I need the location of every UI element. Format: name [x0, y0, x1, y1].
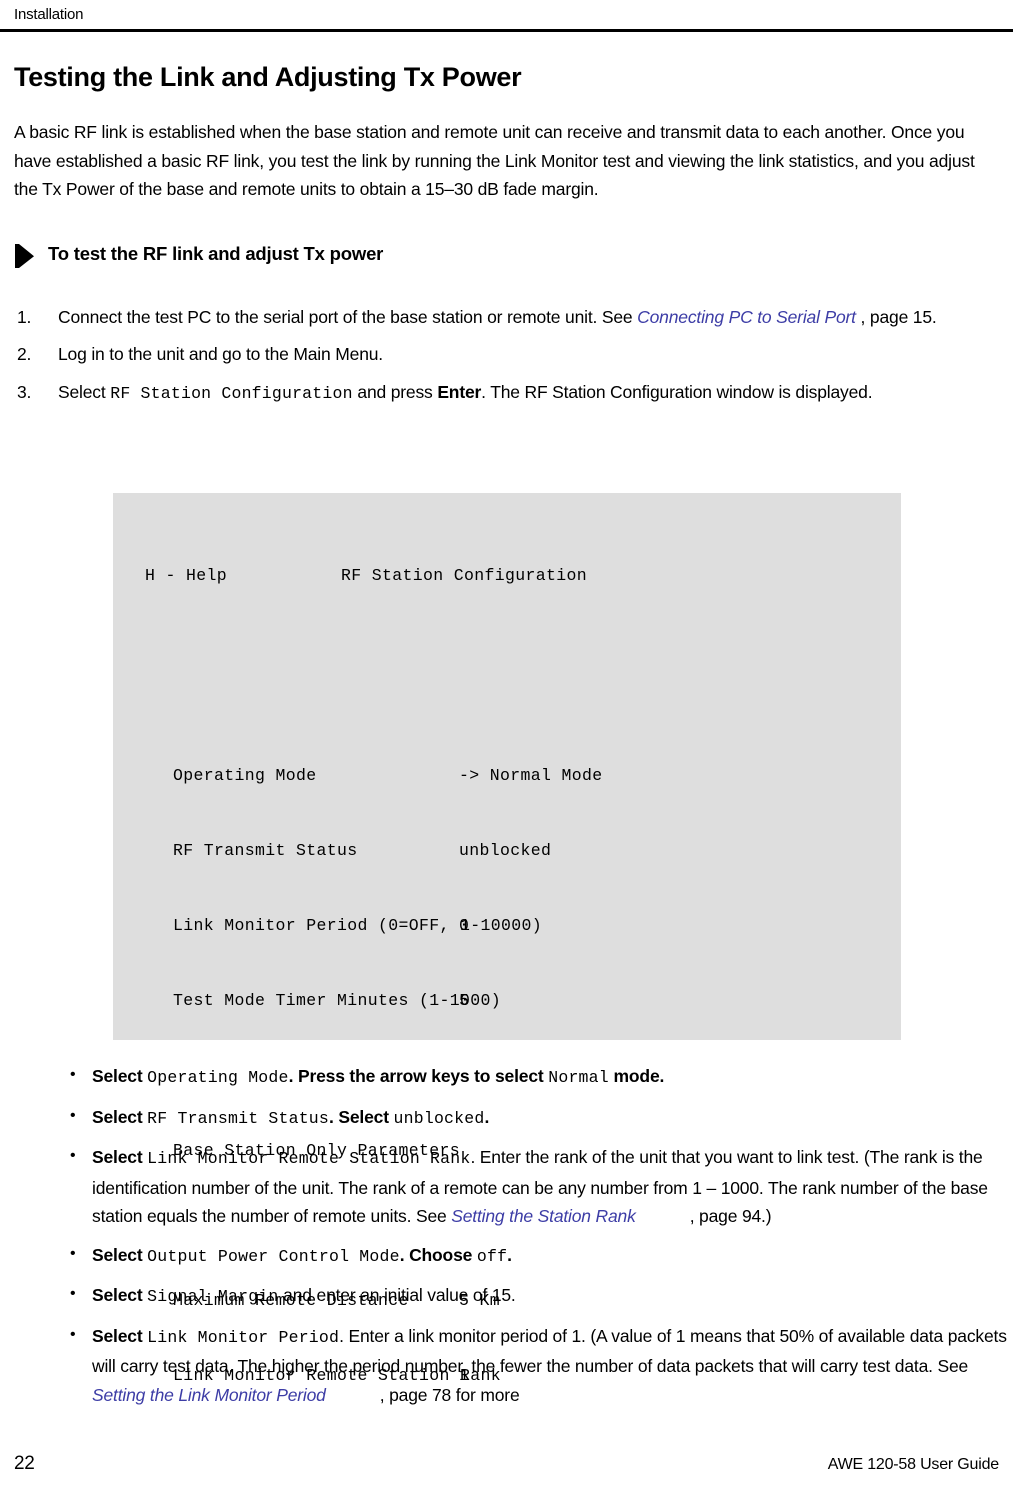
- bullet-text-pre: Select: [92, 1106, 148, 1127]
- terminal-help-label: H - Help: [145, 566, 228, 585]
- page-content: Testing the Link and Adjusting Tx Power …: [14, 60, 999, 417]
- procedure-step-3: 3. Select RF Station Configuration and pr…: [14, 378, 999, 409]
- menu-value-name: Normal: [548, 1068, 609, 1087]
- menu-item-name: RF Transmit Status: [147, 1108, 330, 1128]
- menu-item-name: Operating Mode: [147, 1068, 289, 1087]
- bullet-text-mid: . Choose: [399, 1244, 477, 1265]
- menu-value-name: unblocked: [393, 1108, 485, 1128]
- right-arrow-icon: [14, 243, 36, 269]
- bullet-item-link-monitor-period: • Select Link Monitor Period. Enter a lin…: [62, 1322, 1013, 1410]
- menu-item-name: Signal Margin: [147, 1287, 279, 1306]
- xref-setting-the-station-rank[interactable]: Setting the Station Rank: [451, 1206, 636, 1226]
- footer-page-number: 22: [14, 1453, 35, 1474]
- menu-item-name: Output Power Control Mode: [147, 1246, 400, 1266]
- bullet-text-post: .: [507, 1244, 512, 1265]
- menu-item-name: Link Monitor Period: [147, 1327, 340, 1347]
- running-header: Installation: [14, 6, 84, 23]
- procedure-heading: To test the RF link and adjust Tx power: [14, 242, 999, 269]
- xref-setting-the-link-monitor-period[interactable]: Setting the Link Monitor Period: [92, 1385, 326, 1405]
- bullet-list-wrapper: • Select Operating Mode. Press the arrow …: [62, 1062, 1013, 1419]
- intro-paragraph: A basic RF link is established when the …: [14, 122, 975, 199]
- bullet-dot-icon: •: [70, 1106, 76, 1124]
- step-text: Log in to the unit and go to the Main Me…: [58, 344, 383, 364]
- bullet-text-post: , page 94.): [689, 1206, 772, 1226]
- bullet-text-post: , page 78 for more: [379, 1384, 520, 1405]
- terminal-field-label: Link Monitor Period (0=OFF, 1-10000): [173, 916, 543, 935]
- step-text-post: . The RF Station Configuration window is…: [481, 381, 873, 402]
- terminal-title-row: H - Help RF Station Configuration: [145, 563, 901, 588]
- bullet-text-pre: Select: [92, 1325, 148, 1346]
- settings-bullet-list: • Select Operating Mode. Press the arrow …: [62, 1062, 1013, 1409]
- terminal-blank-row: [145, 663, 901, 688]
- footer-guide-title: AWE 120-58 User Guide: [827, 1456, 999, 1473]
- terminal-field-value: 5: [459, 991, 470, 1010]
- bullet-item-rf-transmit-status: • Select RF Transmit Status. Select unblo…: [62, 1103, 1013, 1134]
- bullet-text-mid: . Select: [329, 1106, 394, 1127]
- page-title: Testing the Link and Adjusting Tx Power: [14, 62, 522, 92]
- bullet-text-pre: Select: [92, 1147, 148, 1167]
- step-number: 3.: [17, 381, 32, 402]
- menu-value-name: off: [476, 1246, 508, 1266]
- step-number: 1.: [17, 306, 32, 327]
- step-text-pre: Connect the test PC to the serial port o…: [58, 306, 638, 327]
- terminal-field-label: Operating Mode: [173, 766, 317, 785]
- terminal-text: H - Help RF Station Configuration Operati…: [145, 513, 901, 1385]
- terminal-row: RF Transmit Status unblocked: [145, 838, 901, 863]
- terminal-field-label: RF Transmit Status: [173, 841, 358, 860]
- terminal-field-label: Test Mode Timer Minutes (1-1000): [173, 991, 502, 1010]
- bullet-item-signal-margin: • Select Signal Margin and enter an initi…: [62, 1281, 1013, 1312]
- document-page: Installation Testing the Link and Adjust…: [0, 0, 1013, 1496]
- step-number: 2.: [17, 344, 32, 364]
- terminal-row: Test Mode Timer Minutes (1-1000)5: [145, 988, 901, 1013]
- bullet-dot-icon: •: [70, 1147, 76, 1164]
- procedure-step-2: 2. Log in to the unit and go to the Main …: [14, 340, 999, 369]
- bullet-text-pre: Select: [92, 1244, 148, 1265]
- terminal-window-title: RF Station Configuration: [341, 566, 588, 585]
- bullet-text-pre: Select: [92, 1285, 148, 1305]
- terminal-field-value: 0: [459, 916, 470, 935]
- procedure-step-list: 1. Connect the test PC to the serial port…: [14, 303, 999, 409]
- bullet-item-link-monitor-remote-station-rank: • Select Link Monitor Remote Station Rank…: [62, 1143, 1013, 1231]
- bullet-dot-icon: •: [70, 1325, 76, 1343]
- bullet-dot-icon: •: [70, 1285, 76, 1302]
- xref-connecting-pc-to-serial-port[interactable]: Connecting PC to Serial Port: [637, 307, 860, 327]
- step-text-mid: and press: [352, 381, 438, 402]
- key-name-enter: Enter: [437, 381, 482, 402]
- terminal-field-value: -> Normal Mode: [459, 766, 603, 785]
- bullet-dot-icon: •: [70, 1244, 76, 1262]
- terminal-field-value: unblocked: [459, 841, 552, 860]
- step-text-post: , page 15.: [860, 306, 937, 327]
- menu-item-name: Link Monitor Remote Station Rank: [147, 1149, 471, 1168]
- terminal-screenshot-figure: H - Help RF Station Configuration Operati…: [113, 493, 901, 1385]
- bullet-text-post: .: [484, 1106, 490, 1127]
- procedure-heading-label: To test the RF link and adjust Tx power: [48, 242, 384, 264]
- terminal-row: Operating Mode -> Normal Mode: [145, 763, 901, 788]
- step-text-pre: Select: [58, 381, 111, 402]
- procedure-step-1: 1. Connect the test PC to the serial port…: [14, 303, 999, 332]
- bullet-text-pre: Select: [92, 1066, 148, 1086]
- bullet-text-mid: . Press the arrow keys to select: [288, 1066, 549, 1086]
- bullet-text-mid: and enter an initial value of 15.: [278, 1285, 516, 1305]
- bullet-item-operating-mode: • Select Operating Mode. Press the arrow …: [62, 1062, 1013, 1093]
- bullet-item-output-power-control-mode: • Select Output Power Control Mode. Choos…: [62, 1241, 1013, 1272]
- bullet-text-post: mode.: [608, 1066, 665, 1086]
- header-rule: [0, 29, 1013, 32]
- terminal-blank-row: [145, 1438, 901, 1463]
- terminal-row: Link Monitor Period (0=OFF, 1-10000)0: [145, 913, 901, 938]
- bullet-dot-icon: •: [70, 1066, 76, 1083]
- menu-item-name: RF Station Configuration: [110, 383, 353, 403]
